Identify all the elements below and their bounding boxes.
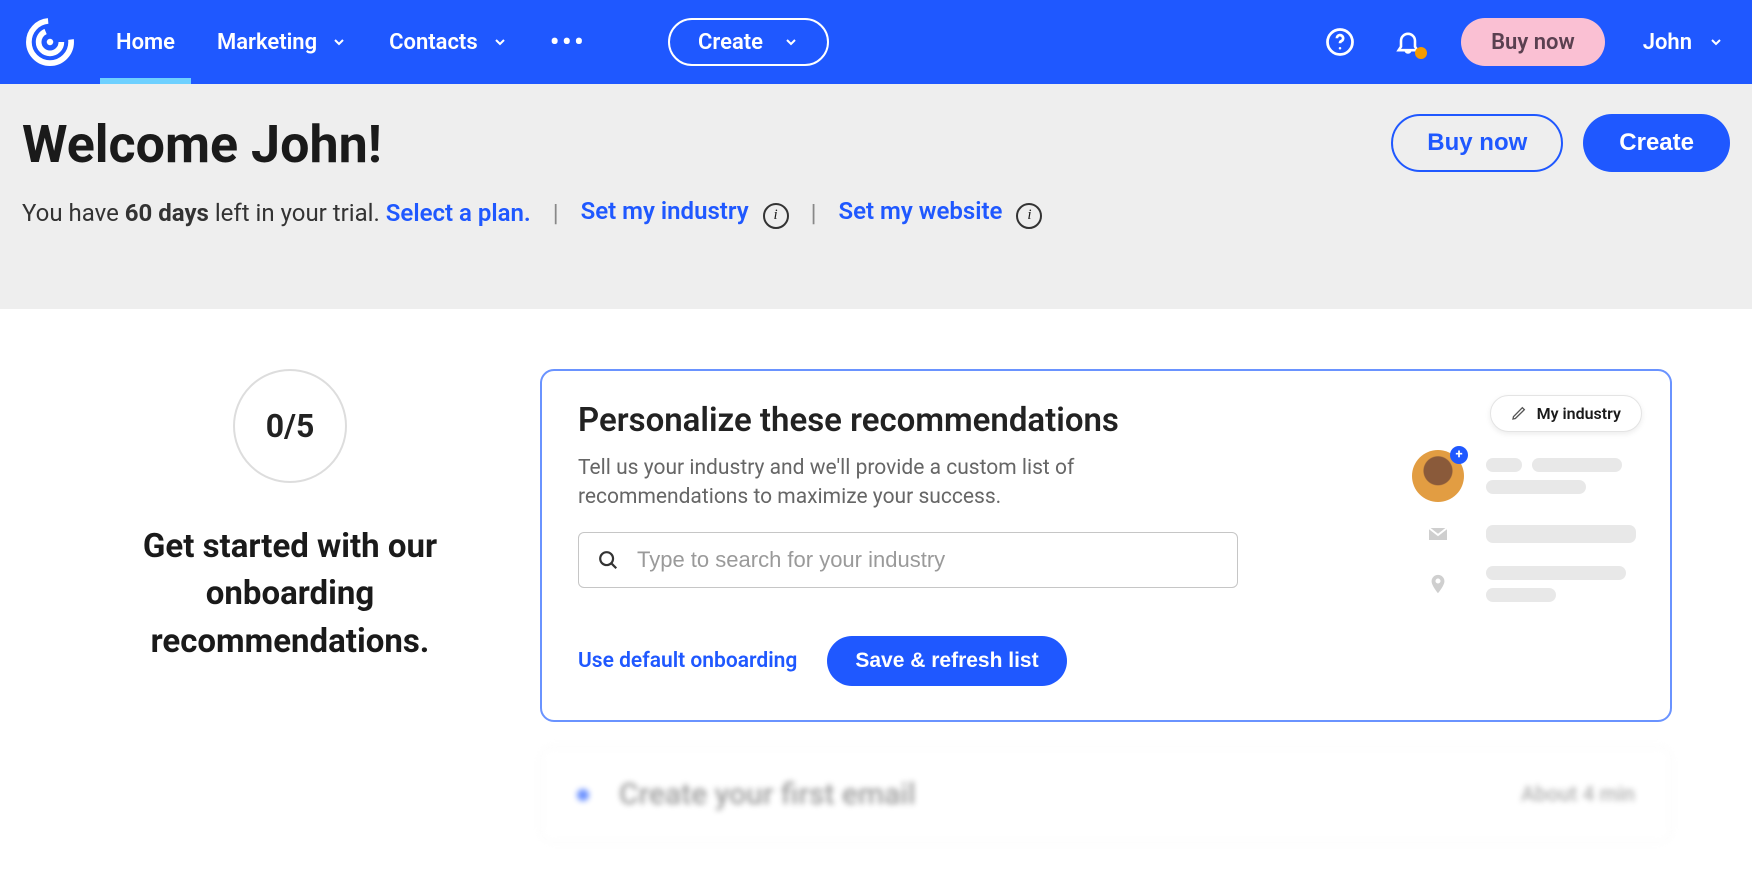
personalize-card: Personalize these recommendations Tell u…: [540, 369, 1672, 723]
help-icon[interactable]: [1325, 27, 1355, 57]
next-recommendation-card[interactable]: Create your first email About 4 min: [540, 746, 1672, 843]
placeholder-bar: [1532, 458, 1622, 472]
set-industry-link[interactable]: Set my industry: [581, 197, 749, 225]
nav-links: Home Marketing Contacts ••• Create: [116, 0, 829, 84]
avatar: +: [1412, 450, 1464, 502]
main: 0/5 Get started with our onboarding reco…: [0, 309, 1752, 844]
card-illustration: My industry +: [1412, 395, 1642, 602]
separator: |: [811, 199, 817, 227]
mail-icon: [1426, 522, 1450, 546]
hero-subtitle: You have 60 days left in your trial. Sel…: [22, 197, 1730, 229]
info-icon[interactable]: i: [763, 203, 789, 229]
bullet-icon: [577, 789, 589, 801]
nav-marketing[interactable]: Marketing: [217, 0, 347, 84]
page-title: Welcome John!: [22, 114, 382, 175]
info-icon[interactable]: i: [1016, 203, 1042, 229]
chevron-down-icon: [331, 34, 347, 50]
hero-actions: Buy now Create: [1391, 114, 1730, 172]
industry-input[interactable]: [637, 547, 1219, 573]
chip-label: My industry: [1537, 404, 1621, 423]
placeholder-bar: [1486, 458, 1522, 472]
progress-indicator: 0/5: [233, 369, 347, 483]
nav-contacts[interactable]: Contacts: [389, 0, 508, 84]
use-default-link[interactable]: Use default onboarding: [578, 649, 797, 673]
next-card-title: Create your first email: [619, 777, 1491, 812]
notification-badge: [1415, 47, 1427, 59]
user-name: John: [1643, 30, 1692, 55]
trial-text: You have 60 days left in your trial. Sel…: [22, 199, 531, 227]
onboarding-sidebar: 0/5 Get started with our onboarding reco…: [80, 369, 500, 667]
plus-icon: +: [1450, 446, 1468, 464]
placeholder-bar: [1486, 566, 1626, 580]
search-icon: [597, 549, 619, 571]
my-industry-chip[interactable]: My industry: [1490, 395, 1642, 432]
nav-create-label: Create: [698, 30, 763, 55]
select-plan-link[interactable]: Select a plan.: [386, 199, 531, 227]
location-icon: [1426, 572, 1450, 596]
content: Personalize these recommendations Tell u…: [540, 369, 1672, 844]
set-website-link[interactable]: Set my website: [838, 197, 1002, 225]
pencil-icon: [1511, 405, 1527, 421]
nav-home[interactable]: Home: [116, 0, 175, 84]
nav-right: Buy now John: [1325, 18, 1724, 66]
sidebar-title: Get started with our onboarding recommen…: [80, 523, 500, 667]
chevron-down-icon: [783, 34, 799, 50]
separator: |: [553, 199, 559, 227]
placeholder-bar: [1486, 588, 1556, 602]
card-actions: Use default onboarding Save & refresh li…: [578, 636, 1634, 686]
notifications-icon[interactable]: [1393, 27, 1423, 57]
chevron-down-icon: [492, 34, 508, 50]
brand-logo[interactable]: [22, 14, 78, 70]
nav-home-label: Home: [116, 30, 175, 55]
chevron-down-icon: [1708, 34, 1724, 50]
nav-buy-label: Buy now: [1491, 30, 1575, 55]
nav-create-button[interactable]: Create: [668, 18, 829, 66]
nav-contacts-label: Contacts: [389, 30, 478, 55]
top-navbar: Home Marketing Contacts ••• Create Buy n…: [0, 0, 1752, 84]
nav-more-icon[interactable]: •••: [550, 25, 586, 60]
placeholder-bar: [1486, 525, 1636, 543]
hero-create-button[interactable]: Create: [1583, 114, 1730, 172]
user-menu[interactable]: John: [1643, 30, 1724, 55]
placeholder-bar: [1486, 480, 1586, 494]
industry-search[interactable]: [578, 532, 1238, 588]
hero-buy-button[interactable]: Buy now: [1391, 114, 1563, 172]
next-card-meta: About 4 min: [1521, 783, 1635, 807]
save-refresh-button[interactable]: Save & refresh list: [827, 636, 1066, 686]
nav-buy-button[interactable]: Buy now: [1461, 18, 1605, 66]
card-subtitle: Tell us your industry and we'll provide …: [578, 454, 1138, 513]
nav-marketing-label: Marketing: [217, 30, 317, 55]
hero: Welcome John! Buy now Create You have 60…: [0, 84, 1752, 309]
